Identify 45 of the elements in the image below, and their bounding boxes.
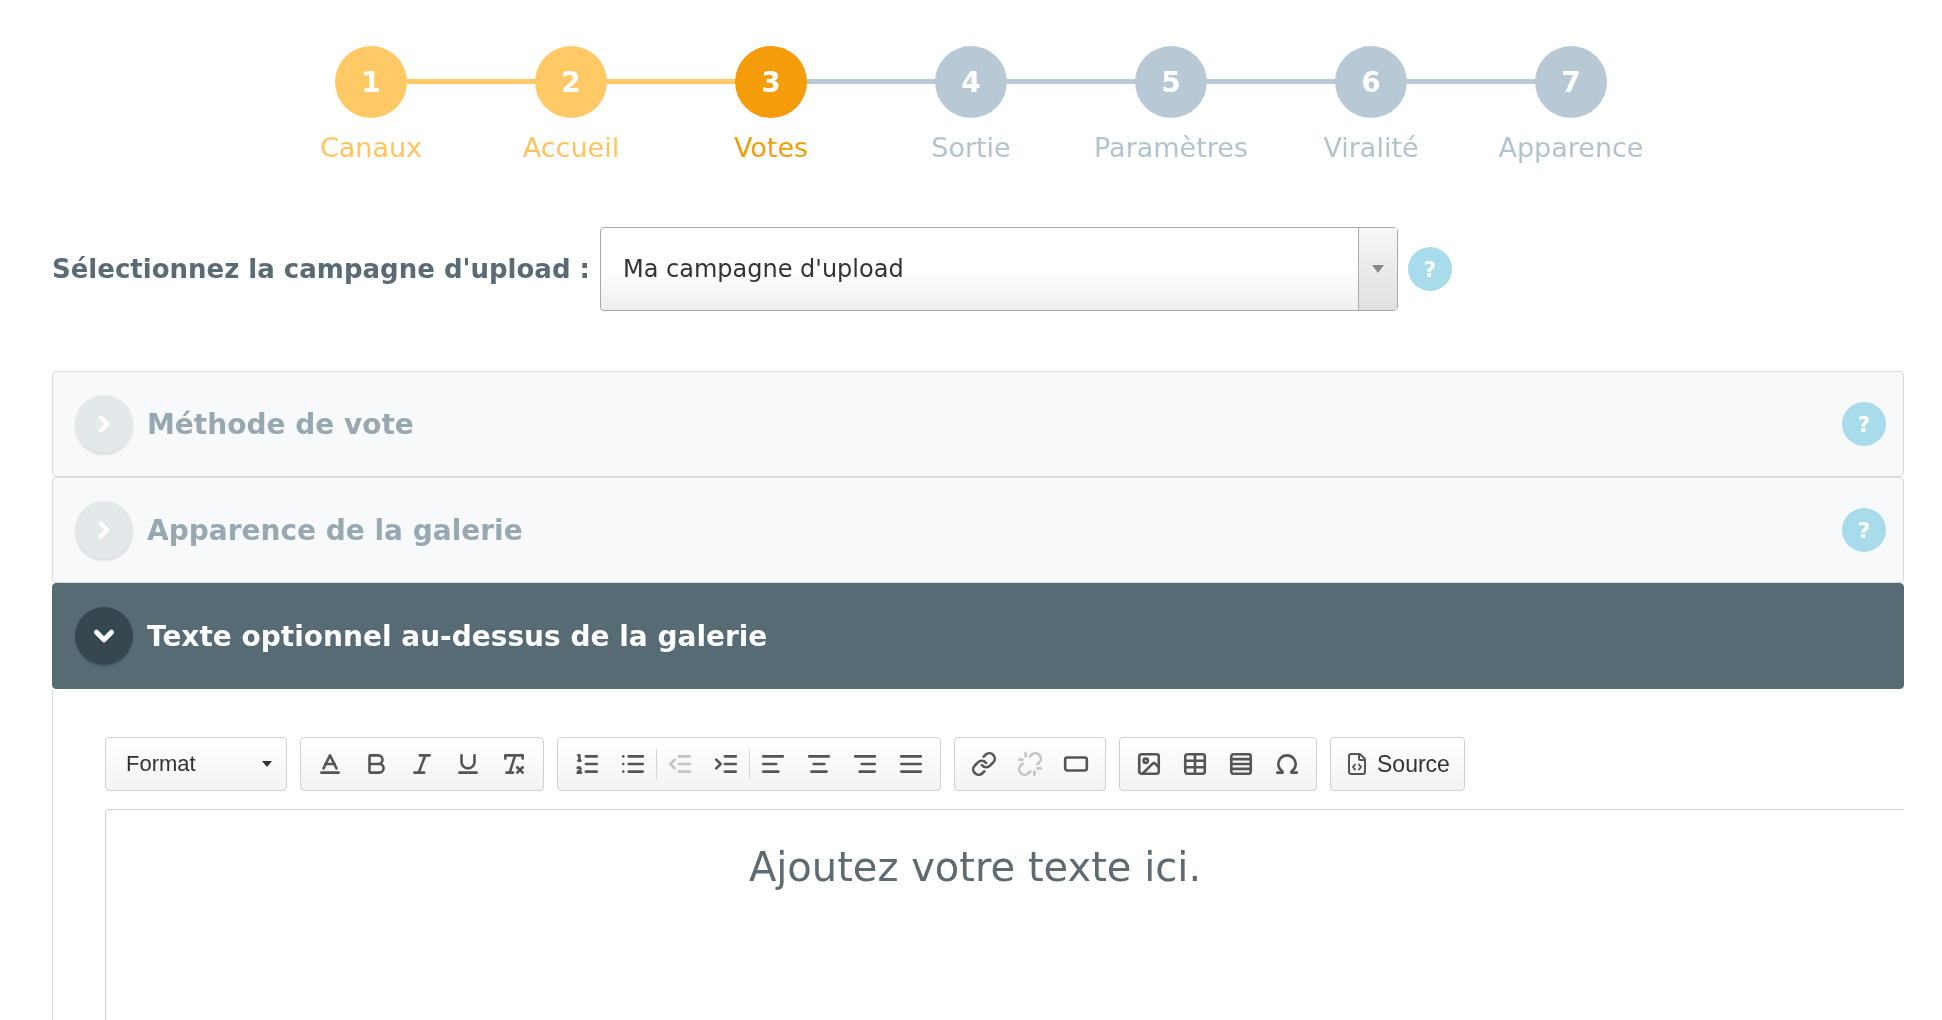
- campaign-select[interactable]: Ma campagne d'upload: [599, 227, 1398, 311]
- unlink-icon: [1017, 751, 1043, 777]
- campaign-label: Sélectionnez la campagne d'upload :: [52, 254, 590, 284]
- step-label: Sortie: [931, 132, 1011, 163]
- code-file-icon: [1345, 752, 1369, 776]
- horizontal-lines-icon: [1228, 751, 1254, 777]
- accordion-title: Apparence de la galerie: [147, 513, 524, 547]
- source-button[interactable]: Source: [1330, 737, 1465, 791]
- step-number[interactable]: 6: [1335, 46, 1407, 118]
- help-icon[interactable]: ?: [1842, 402, 1886, 446]
- step-number[interactable]: 5: [1135, 46, 1207, 118]
- image-icon: [1136, 751, 1162, 777]
- omega-icon: [1274, 751, 1300, 777]
- help-icon[interactable]: ?: [1407, 247, 1452, 291]
- accordion-title: Méthode de vote: [147, 407, 415, 441]
- step-number[interactable]: 3: [735, 46, 807, 118]
- help-icon[interactable]: ?: [1842, 508, 1886, 552]
- format-dropdown[interactable]: Format: [105, 737, 287, 791]
- caret-icon: [1371, 265, 1384, 273]
- accordion-header[interactable]: Texte optionnel au-dessus de la galerie: [52, 583, 1904, 689]
- step-label: Apparence: [1498, 132, 1644, 163]
- underline-icon: [455, 751, 481, 777]
- accordion-header[interactable]: Méthode de vote ?: [52, 371, 1904, 477]
- editor-text: Ajoutez votre texte ici.: [748, 844, 1202, 890]
- accordion-header[interactable]: Apparence de la galerie ?: [52, 477, 1904, 583]
- text-color-icon: [317, 751, 343, 777]
- chevron-right-icon: [75, 501, 133, 559]
- step-label: Canaux: [319, 132, 423, 163]
- caret-icon: [262, 761, 272, 767]
- step-number[interactable]: 1: [335, 46, 407, 118]
- step-number[interactable]: 4: [935, 46, 1007, 118]
- step-number[interactable]: 2: [535, 46, 607, 118]
- step-label: Viralité: [1323, 132, 1419, 163]
- accordion-title: Texte optionnel au-dessus de la galerie: [147, 619, 769, 653]
- step-label: Paramètres: [1094, 132, 1248, 163]
- table-icon: [1182, 751, 1208, 777]
- chevron-down-icon: [75, 607, 133, 665]
- numbered-list-icon: [574, 751, 600, 777]
- editor-area[interactable]: Ajoutez votre texte ici.: [105, 809, 1904, 1020]
- step-number[interactable]: 7: [1535, 46, 1607, 118]
- step-label: Votes: [733, 132, 809, 163]
- chevron-right-icon: [75, 395, 133, 453]
- step-label: Accueil: [522, 132, 620, 163]
- link-icon: [971, 751, 997, 777]
- remove-format-icon: [501, 751, 527, 777]
